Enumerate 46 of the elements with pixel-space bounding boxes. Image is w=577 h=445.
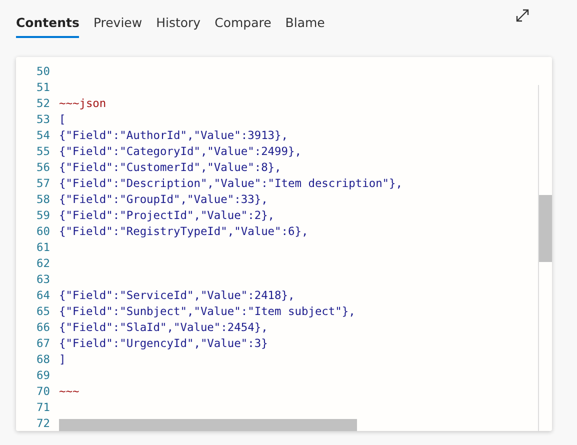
code-fence: ~~~ (59, 384, 80, 398)
code-line: {"Field":"CategoryId","Value":2499}, (59, 144, 302, 158)
code-line: {"Field":"CustomerId","Value":8}, (59, 160, 282, 174)
line-number: 50 (36, 64, 51, 78)
code-line: {"Field":"ProjectId","Value":2}, (59, 208, 275, 222)
code-line: [ (59, 112, 66, 126)
expand-icon[interactable] (516, 9, 529, 22)
tab[interactable]: History (156, 0, 201, 38)
line-number: 72 (36, 416, 51, 430)
line-number: 66 (36, 320, 51, 334)
code-line: {"Field":"RegistryTypeId","Value":6}, (59, 224, 308, 238)
code-line: {"Field":"SlaId","Value":2454}, (59, 320, 268, 334)
line-number: 71 (36, 400, 51, 414)
tab[interactable]: Blame (285, 0, 325, 38)
horizontal-scrollbar[interactable] (59, 419, 357, 431)
tab[interactable]: Compare (214, 0, 272, 38)
line-number: 57 (36, 176, 51, 190)
code-line: {"Field":"GroupId","Value":33}, (59, 192, 268, 206)
code-line: {"Field":"ServiceId","Value":2418}, (59, 288, 295, 302)
line-number: 59 (36, 208, 51, 222)
line-number: 61 (36, 240, 51, 254)
line-number: 62 (36, 256, 51, 270)
tab[interactable]: Preview (93, 0, 142, 38)
line-number: 64 (36, 288, 51, 302)
line-number: 69 (36, 368, 51, 382)
line-number: 70 (36, 384, 51, 398)
line-number: 58 (36, 192, 51, 206)
line-number: 65 (36, 304, 51, 318)
line-number: 54 (36, 128, 51, 142)
code-line: {"Field":"AuthorId","Value":3913}, (59, 128, 288, 142)
line-number: 63 (36, 272, 51, 286)
line-number: 67 (36, 336, 51, 350)
tab[interactable]: Contents (16, 0, 80, 38)
line-number: 60 (36, 224, 51, 238)
line-number: 51 (36, 80, 51, 94)
vertical-scrollbar[interactable] (538, 85, 552, 431)
code-line: {"Field":"UrgencyId","Value":3} (59, 336, 268, 350)
code-line: {"Field":"Description","Value":"Item description"}, (59, 176, 403, 190)
line-number: 52 (36, 96, 51, 110)
code-line: ] (59, 352, 66, 366)
line-number: 53 (36, 112, 51, 126)
code-fence: ~~~json (59, 96, 106, 110)
line-number: 56 (36, 160, 51, 174)
code-line: {"Field":"Sunbject","Value":"Item subject"}, (59, 304, 356, 318)
line-number: 55 (36, 144, 51, 158)
line-number: 68 (36, 352, 51, 366)
